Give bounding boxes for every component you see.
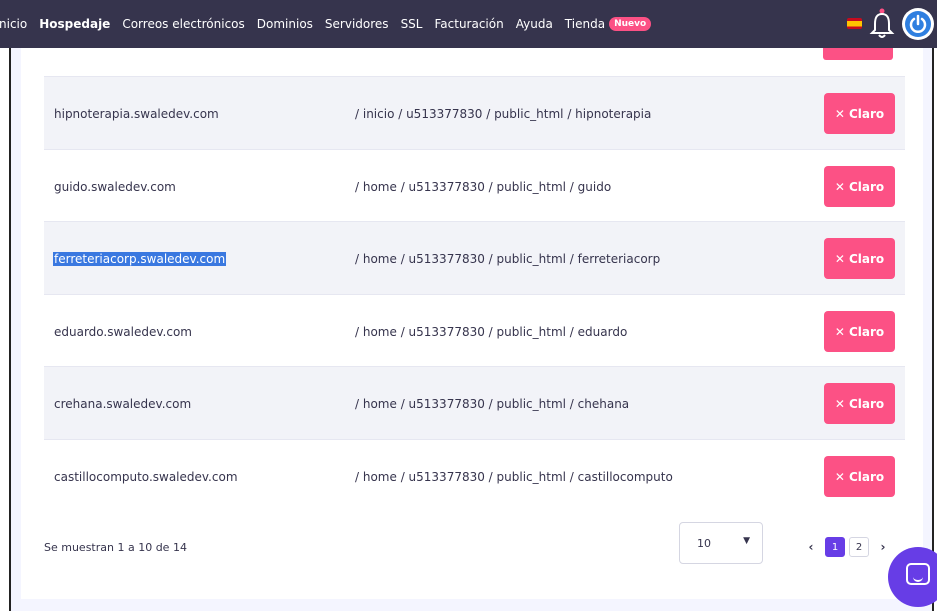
x-icon: ✕ (834, 106, 845, 121)
nav-item-ayuda[interactable]: Ayuda (510, 17, 559, 31)
nav-item-hospedaje[interactable]: Hospedaje (33, 17, 116, 31)
claro-button-partial[interactable] (823, 48, 893, 60)
claro-button[interactable]: ✕ Claro (824, 311, 895, 352)
page-button-2[interactable]: 2 (849, 537, 869, 557)
path-cell: / inicio / u513377830 / public_html / hi… (355, 107, 652, 121)
top-navigation: nicio Hospedaje Correos electrónicos Dom… (0, 0, 937, 48)
nav-item-servidores[interactable]: Servidores (319, 17, 395, 31)
nav-menu: nicio Hospedaje Correos electrónicos Dom… (0, 0, 657, 48)
power-icon-inner (905, 11, 931, 37)
domain-cell-selected: ferreteriacorp.swaledev.com (53, 252, 227, 266)
x-icon: ✕ (834, 469, 845, 484)
claro-button[interactable]: ✕ Claro (824, 383, 895, 424)
claro-button-label: Claro (848, 179, 885, 194)
domain-cell: crehana.swaledev.com (54, 397, 192, 411)
showing-count-text: Se muestran 1 a 10 de 14 (44, 541, 187, 554)
nav-item-facturacion[interactable]: Facturación (428, 17, 509, 31)
path-cell: / home / u513377830 / public_html / ferr… (355, 252, 661, 266)
path-cell: / home / u513377830 / public_html / edua… (355, 325, 628, 339)
page-button-1[interactable]: 1 (825, 537, 845, 557)
nav-item-inicio[interactable]: nicio (0, 17, 33, 31)
nav-item-dominios[interactable]: Dominios (251, 17, 319, 31)
claro-button[interactable]: ✕ Claro (824, 166, 895, 207)
chat-icon (906, 563, 930, 585)
claro-button-label: Claro (848, 469, 885, 484)
nav-item-ssl[interactable]: SSL (395, 17, 429, 31)
claro-button-label: Claro (848, 106, 885, 121)
table-row: hipnoterapia.swaledev.com / inicio / u51… (44, 76, 905, 149)
domain-cell: eduardo.swaledev.com (54, 325, 192, 339)
x-icon: ✕ (834, 179, 845, 194)
spain-flag-icon[interactable] (847, 18, 862, 29)
prev-page-button[interactable]: ‹ (801, 537, 821, 557)
next-page-button[interactable]: › (873, 537, 893, 557)
domain-cell: guido.swaledev.com (54, 180, 176, 194)
claro-button-label: Claro (848, 396, 885, 411)
caret-down-icon: ▼ (743, 536, 750, 546)
nav-item-tienda[interactable]: Tienda Nuevo (559, 17, 657, 32)
nav-item-tienda-label: Tienda (564, 16, 606, 31)
x-icon: ✕ (834, 396, 845, 411)
page-size-select[interactable]: 10 ▼ (679, 522, 763, 564)
new-badge: Nuevo (609, 17, 652, 32)
table-row: guido.swaledev.com / home / u513377830 /… (44, 149, 905, 222)
power-icon[interactable] (902, 8, 934, 40)
table-row: castillocomputo.swaledev.com / home / u5… (44, 439, 905, 512)
nav-right-controls (817, 0, 937, 48)
path-cell: / home / u513377830 / public_html / cheh… (355, 397, 630, 411)
subdomains-card: hipnoterapia.swaledev.com / inicio / u51… (21, 48, 923, 599)
bell-icon[interactable] (869, 8, 895, 40)
claro-button[interactable]: ✕ Claro (824, 93, 895, 134)
claro-button[interactable]: ✕ Claro (824, 238, 895, 279)
claro-button[interactable]: ✕ Claro (824, 456, 895, 497)
path-cell: / home / u513377830 / public_html / guid… (355, 180, 612, 194)
path-cell: / home / u513377830 / public_html / cast… (355, 470, 673, 484)
table-row: eduardo.swaledev.com / home / u513377830… (44, 294, 905, 367)
claro-button-label: Claro (848, 324, 885, 339)
claro-button-label: Claro (848, 251, 885, 266)
nav-item-correos[interactable]: Correos electrónicos (116, 17, 250, 31)
x-icon: ✕ (834, 324, 845, 339)
domain-cell: castillocomputo.swaledev.com (54, 470, 238, 484)
domain-cell: hipnoterapia.swaledev.com (54, 107, 219, 121)
table-row: crehana.swaledev.com / home / u513377830… (44, 366, 905, 439)
page-size-value: 10 (697, 537, 711, 550)
content-frame: hipnoterapia.swaledev.com / inicio / u51… (9, 48, 934, 611)
table-row: ferreteriacorp.swaledev.com / home / u51… (44, 221, 905, 294)
x-icon: ✕ (834, 251, 845, 266)
power-symbol (909, 14, 927, 33)
